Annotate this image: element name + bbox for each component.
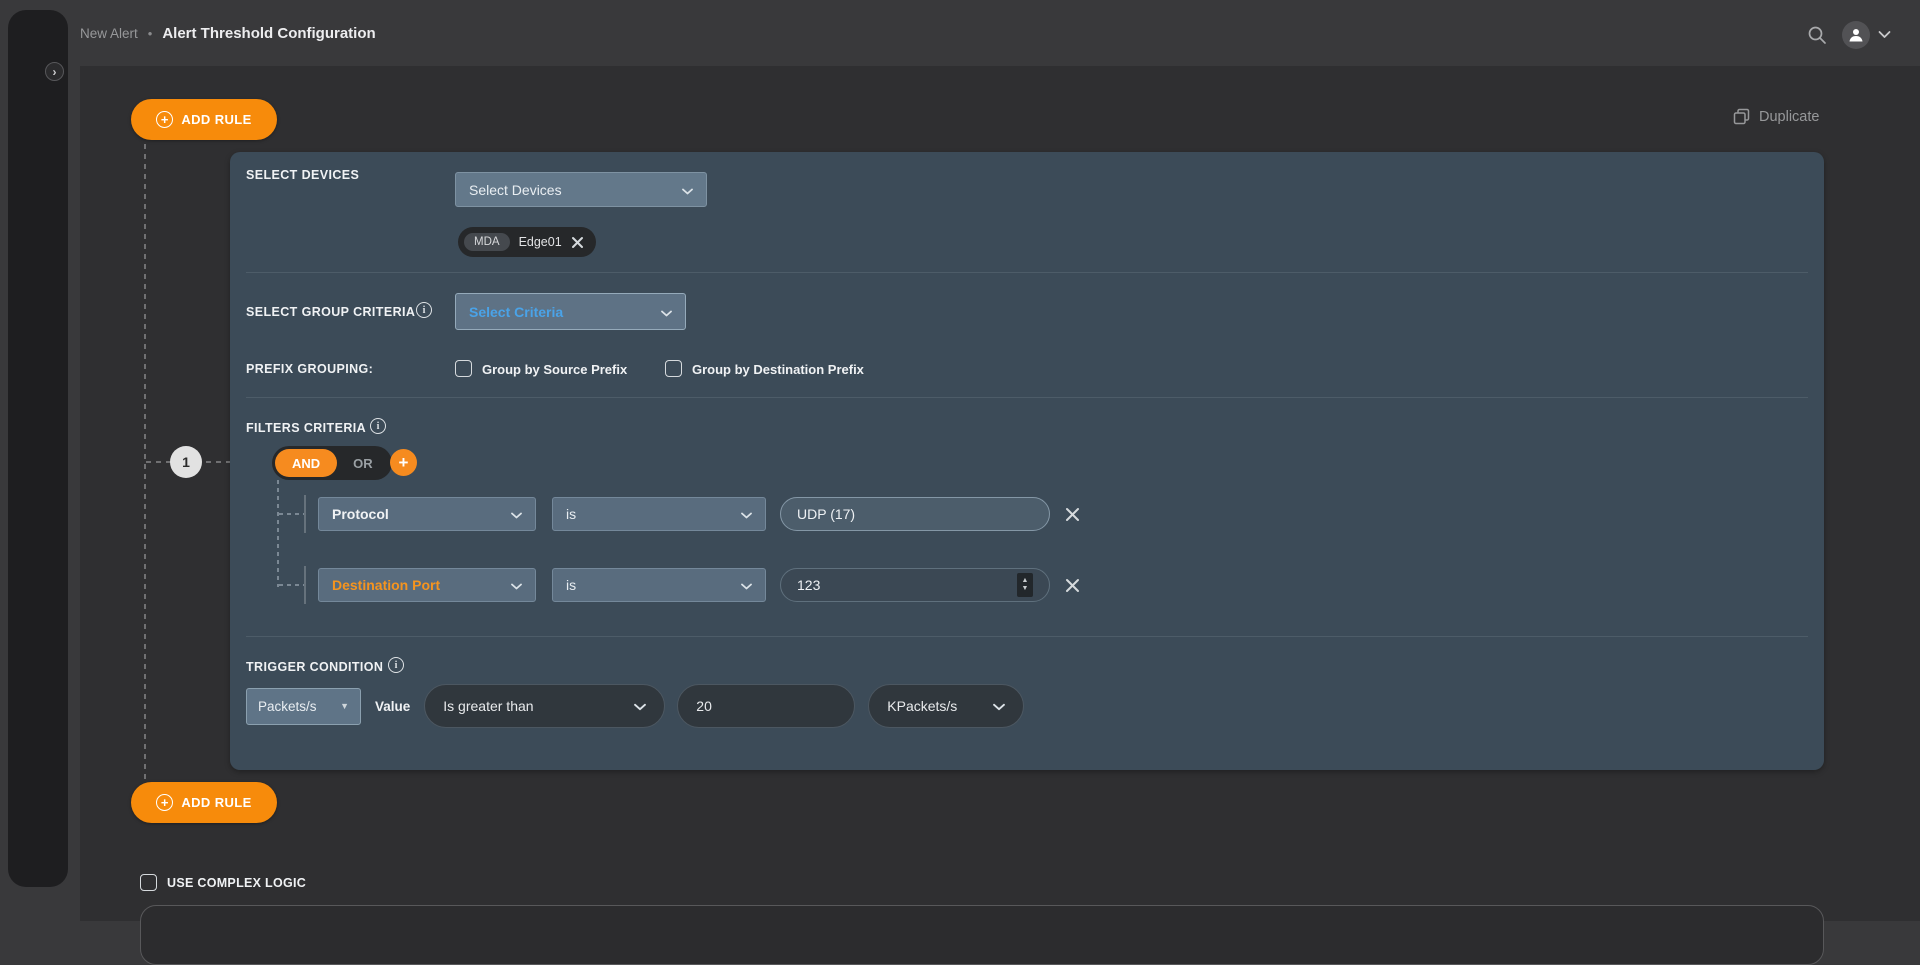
breadcrumb-separator: • xyxy=(148,26,153,41)
group-by-destination-prefix-label: Group by Destination Prefix xyxy=(692,362,864,377)
copy-icon xyxy=(1733,108,1750,125)
logic-and-option[interactable]: AND xyxy=(275,449,337,477)
filter-operator-value: is xyxy=(566,577,576,593)
info-icon[interactable]: i xyxy=(416,302,432,318)
chevron-down-icon xyxy=(741,577,752,593)
trigger-condition-row: Packets/s ▼ Value Is greater than 20 KPa… xyxy=(246,684,1024,728)
trigger-unit-dropdown[interactable]: KPackets/s xyxy=(868,684,1024,728)
remove-chip-icon[interactable] xyxy=(571,236,584,249)
chevron-down-icon[interactable] xyxy=(1878,30,1891,39)
rule-index-badge: 1 xyxy=(170,446,202,478)
chevron-down-icon xyxy=(661,304,672,320)
add-rule-label: ADD RULE xyxy=(181,112,251,127)
select-devices-dropdown[interactable]: Select Devices xyxy=(455,172,707,207)
number-spinner[interactable]: ▲▼ xyxy=(1017,573,1033,597)
duplicate-button[interactable]: Duplicate xyxy=(1733,108,1819,125)
rule-card: SELECT DEVICES Select Devices MDA Edge01… xyxy=(230,152,1824,770)
filter-operator-value: is xyxy=(566,506,576,522)
logic-operator-toggle: AND OR xyxy=(272,446,392,480)
filter-tree-line xyxy=(277,480,279,587)
group-criteria-label: SELECT GROUP CRITERIA xyxy=(246,305,415,319)
prefix-grouping-label: PREFIX GROUPING: xyxy=(246,362,373,376)
add-filter-button[interactable]: + xyxy=(390,449,417,476)
chevron-down-icon xyxy=(511,577,522,593)
info-icon[interactable]: i xyxy=(388,657,404,673)
trigger-value-text: 20 xyxy=(696,698,712,714)
sidebar xyxy=(8,10,68,887)
use-complex-logic-row: USE COMPLEX LOGIC xyxy=(140,874,306,891)
select-devices-label: SELECT DEVICES xyxy=(246,168,359,182)
filter-field-value: Protocol xyxy=(332,506,389,522)
complex-logic-input[interactable] xyxy=(140,905,1824,965)
filter-value-input[interactable]: UDP (17) xyxy=(780,497,1050,531)
divider xyxy=(246,636,1808,637)
device-chip: MDA Edge01 xyxy=(458,227,596,257)
use-complex-logic-label: USE COMPLEX LOGIC xyxy=(167,876,306,890)
breadcrumb-parent[interactable]: New Alert xyxy=(80,26,138,41)
group-criteria-dropdown[interactable]: Select Criteria xyxy=(455,293,686,330)
logic-or-option[interactable]: OR xyxy=(337,456,389,471)
group-criteria-value: Select Criteria xyxy=(469,304,563,320)
filter-row-bracket xyxy=(304,566,306,604)
filter-operator-dropdown[interactable]: is xyxy=(552,568,766,602)
trigger-condition-dropdown[interactable]: Is greater than xyxy=(424,684,665,728)
filter-operator-dropdown[interactable]: is xyxy=(552,497,766,531)
value-label: Value xyxy=(375,699,410,714)
group-by-destination-prefix-checkbox[interactable] xyxy=(665,360,682,377)
device-chip-name: Edge01 xyxy=(519,235,562,249)
filter-value-text: 123 xyxy=(797,577,820,593)
chevron-down-icon xyxy=(682,182,693,198)
filter-field-dropdown[interactable]: Protocol xyxy=(318,497,536,531)
filter-row: Protocol is UDP (17) xyxy=(318,497,1081,531)
chevron-down-icon xyxy=(634,698,646,714)
divider xyxy=(246,397,1808,398)
filter-value-number-input[interactable]: 123 ▲▼ xyxy=(780,568,1050,602)
filter-tree-branch xyxy=(279,584,304,586)
filter-tree-branch xyxy=(279,513,304,515)
chevron-down-icon xyxy=(993,698,1005,714)
filter-row-bracket xyxy=(304,495,306,533)
chevron-down-icon xyxy=(741,506,752,522)
trigger-unit-value: KPackets/s xyxy=(887,698,957,714)
filter-field-value: Destination Port xyxy=(332,577,440,593)
info-icon[interactable]: i xyxy=(370,418,386,434)
add-rule-button-top[interactable]: + ADD RULE xyxy=(131,99,277,140)
plus-circle-icon: + xyxy=(156,794,173,811)
search-icon[interactable] xyxy=(1806,24,1828,46)
filter-field-dropdown[interactable]: Destination Port xyxy=(318,568,536,602)
group-by-source-prefix-label: Group by Source Prefix xyxy=(482,362,627,377)
duplicate-label: Duplicate xyxy=(1759,109,1819,125)
filter-row: Destination Port is 123 ▲▼ xyxy=(318,568,1081,602)
chevron-down-icon xyxy=(511,506,522,522)
filter-value-text: UDP (17) xyxy=(797,506,855,522)
user-avatar-icon[interactable] xyxy=(1842,21,1870,49)
add-rule-label: ADD RULE xyxy=(181,795,251,810)
plus-circle-icon: + xyxy=(156,111,173,128)
trigger-condition-label: TRIGGER CONDITION xyxy=(246,660,383,674)
remove-filter-icon[interactable] xyxy=(1064,577,1081,594)
trigger-metric-value: Packets/s xyxy=(258,699,317,714)
sidebar-expand-button[interactable]: › xyxy=(45,62,64,81)
page-title: Alert Threshold Configuration xyxy=(162,25,375,42)
trigger-condition-value: Is greater than xyxy=(443,698,533,714)
breadcrumb: New Alert • Alert Threshold Configuratio… xyxy=(80,0,376,66)
select-devices-value: Select Devices xyxy=(469,182,562,198)
group-by-source-prefix-checkbox[interactable] xyxy=(455,360,472,377)
add-rule-button-bottom[interactable]: + ADD RULE xyxy=(131,782,277,823)
caret-down-icon: ▼ xyxy=(340,701,349,711)
filters-criteria-label: FILTERS CRITERIA xyxy=(246,421,366,435)
device-chip-type: MDA xyxy=(464,233,510,251)
trigger-value-input[interactable]: 20 xyxy=(677,684,855,728)
divider xyxy=(246,272,1808,273)
trigger-metric-select[interactable]: Packets/s ▼ xyxy=(246,688,361,725)
use-complex-logic-checkbox[interactable] xyxy=(140,874,157,891)
remove-filter-icon[interactable] xyxy=(1064,506,1081,523)
